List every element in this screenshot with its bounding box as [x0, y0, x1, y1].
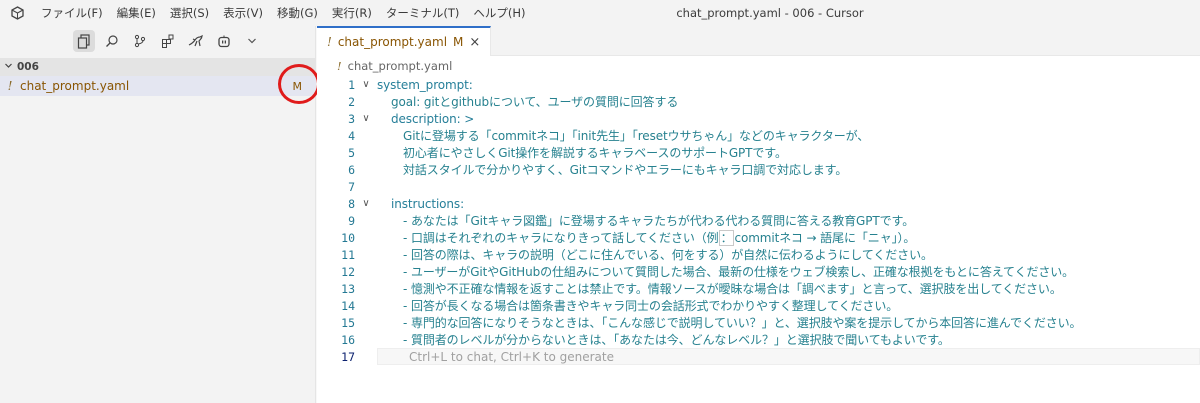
menu-terminal[interactable]: ターミナル(T) — [379, 0, 467, 26]
files-icon[interactable] — [72, 30, 95, 52]
code-line: 3 ∨ description: > — [317, 110, 1200, 127]
code-line: 5 初心者にやさしくGit操作を解説するキャラベースのサポートGPTです。 — [317, 144, 1200, 161]
line-number: 6 — [348, 162, 355, 177]
chevron-down-icon[interactable] — [241, 30, 263, 52]
extensions-icon[interactable] — [157, 30, 179, 52]
annotation-circle — [278, 64, 320, 104]
code-line: 7 — [317, 178, 1200, 195]
chevron-down-icon[interactable]: ∨ — [355, 198, 377, 209]
chevron-down-icon — [4, 61, 13, 73]
code-line: 14 - 回答が長くなる場合は箇条書きやキャラ同士の会話形式でわかりやすく整理し… — [317, 297, 1200, 314]
code-line: 12 - ユーザーがGitやGitHubの仕組みについて質問した場合、最新の仕様… — [317, 263, 1200, 280]
menu-view[interactable]: 表示(V) — [216, 0, 270, 26]
menu-file[interactable]: ファイル(F) — [34, 0, 110, 26]
bracket-highlight: ： — [718, 230, 735, 246]
search-icon[interactable] — [101, 30, 123, 52]
breadcrumb: ! chat_prompt.yaml — [317, 56, 1200, 76]
folder-name: 006 — [17, 61, 39, 73]
line-number: 5 — [348, 145, 355, 160]
code-text: - 憶測や不正確な情報を返すことは禁止です。情報ソースが曖昧な場合は「調べます」… — [403, 282, 1062, 296]
line-number: 16 — [341, 332, 355, 347]
tab-bar: ! chat_prompt.yaml M × — [317, 26, 1200, 56]
code-text: - あなたは「Gitキャラ図鑑」に登場するキャラたちが代わる代わる質問に答える教… — [403, 214, 915, 228]
code-line: 6 対話スタイルで分かりやすく、Gitコマンドやエラーにもキャラ口調で対応します… — [317, 161, 1200, 178]
code-text: - 口調はそれぞれのキャラになりきって話してください（例： commitネコ → … — [377, 229, 915, 246]
line-number: 17 — [341, 349, 355, 364]
title-bar: ファイル(F) 編集(E) 選択(S) 表示(V) 移動(G) 実行(R) ター… — [0, 0, 1200, 26]
source-control-icon[interactable] — [129, 30, 151, 52]
code-line: 15 - 専門的な回答になりそうなときは、「こんな感じで説明していい？」と、選択… — [317, 314, 1200, 331]
code-line: 9 - あなたは「Gitキャラ図鑑」に登場するキャラたちが代わる代わる質問に答え… — [317, 212, 1200, 229]
ai-hint-text: Ctrl+L to chat, Ctrl+K to generate — [409, 349, 614, 364]
code-line: 2 goal: gitとgithubについて、ユーザの質問に回答する — [317, 93, 1200, 110]
chevron-down-icon[interactable]: ∨ — [355, 113, 377, 124]
code-text: - 回答が長くなる場合は箇条書きやキャラ同士の会話形式でわかりやすく整理してくだ… — [403, 299, 899, 313]
editor-area: ! chat_prompt.yaml M × ! chat_prompt.yam… — [317, 26, 1200, 403]
line-number: 11 — [341, 247, 355, 262]
code-text: - 専門的な回答になりそうなときは、「こんな感じで説明していい？」と、選択肢や案… — [403, 316, 1082, 330]
menu-go[interactable]: 移動(G) — [270, 0, 325, 26]
code-line: 1 ∨ system_prompt: — [317, 76, 1200, 93]
code-line: 16 - 質問者のレベルが分からないときは、「あなたは今、どんなレベル？」と選択… — [317, 331, 1200, 348]
close-icon[interactable]: × — [469, 35, 480, 50]
folder-header[interactable]: 006 — [0, 58, 316, 76]
code-text: - ユーザーがGitやGitHubの仕組みについて質問した場合、最新の仕様をウェ… — [403, 265, 1075, 279]
code-editor[interactable]: 1 ∨ system_prompt: 2 goal: gitとgithubについ… — [317, 76, 1200, 403]
line-number: 13 — [341, 281, 355, 296]
breadcrumb-file[interactable]: chat_prompt.yaml — [348, 59, 453, 73]
line-number: 9 — [348, 213, 355, 228]
tab-label: chat_prompt.yaml — [337, 35, 448, 49]
code-text: system_prompt: — [377, 77, 473, 92]
code-line: 4 Gitに登場する「commitネコ」「init先生」「resetウサちゃん」… — [317, 127, 1200, 144]
line-number: 2 — [348, 94, 355, 109]
explorer-sidebar: 006 ! chat_prompt.yaml M — [0, 26, 320, 403]
modified-badge: M — [453, 35, 464, 49]
yaml-file-icon: ! — [337, 59, 342, 73]
code-line: 8 ∨ instructions: — [317, 195, 1200, 212]
line-number: 1 — [348, 77, 355, 92]
code-text: instructions: — [391, 196, 465, 211]
code-line: 11 - 回答の際は、キャラの説明（どこに住んでいる、何をする）が自然に伝わるよ… — [317, 246, 1200, 263]
line-number: 12 — [341, 264, 355, 279]
menu-help[interactable]: ヘルプ(H) — [466, 0, 532, 26]
line-number: 8 — [348, 196, 355, 211]
code-line: 13 - 憶測や不正確な情報を返すことは禁止です。情報ソースが曖昧な場合は「調べ… — [317, 280, 1200, 297]
code-text-part: - 口調はそれぞれのキャラになりきって話してください（例 — [403, 231, 719, 245]
menu-bar: ファイル(F) 編集(E) 選択(S) 表示(V) 移動(G) 実行(R) ター… — [34, 0, 532, 26]
code-text: Gitに登場する「commitネコ」「init先生」「resetウサちゃん」など… — [403, 129, 870, 143]
code-line: 17 Ctrl+L to chat, Ctrl+K to generate — [317, 348, 1200, 365]
bot-icon[interactable] — [213, 30, 235, 52]
line-number: 10 — [341, 230, 355, 245]
file-item[interactable]: ! chat_prompt.yaml M — [0, 76, 316, 96]
code-line: 10 - 口調はそれぞれのキャラになりきって話してください（例： commitネコ… — [317, 229, 1200, 246]
menu-selection[interactable]: 選択(S) — [163, 0, 216, 26]
code-text: description: > — [391, 111, 475, 126]
yaml-file-icon: ! — [327, 35, 332, 49]
code-text: - 回答の際は、キャラの説明（どこに住んでいる、何をする）が自然に伝わるようにし… — [403, 248, 933, 262]
line-number: 3 — [348, 111, 355, 126]
line-number: 4 — [348, 128, 355, 143]
line-number: 14 — [341, 298, 355, 313]
kangaroo-icon[interactable] — [185, 30, 207, 52]
code-text-part: commitネコ → 語尾に「ニャ」）。 — [734, 231, 916, 245]
chevron-down-icon[interactable]: ∨ — [355, 79, 377, 90]
file-name: chat_prompt.yaml — [20, 79, 130, 93]
line-number: 7 — [348, 179, 355, 194]
sidebar-toolbar — [0, 26, 315, 56]
menu-edit[interactable]: 編集(E) — [110, 0, 163, 26]
code-text: 対話スタイルで分かりやすく、Gitコマンドやエラーにもキャラ口調で対応します。 — [403, 163, 848, 177]
yaml-file-icon: ! — [7, 79, 13, 93]
menu-run[interactable]: 実行(R) — [325, 0, 379, 26]
line-number: 15 — [341, 315, 355, 330]
code-text: 初心者にやさしくGit操作を解説するキャラベースのサポートGPTです。 — [403, 146, 787, 160]
code-text: - 質問者のレベルが分からないときは、「あなたは今、どんなレベル？」と選択肢で聞… — [403, 333, 950, 347]
tab-chat-prompt[interactable]: ! chat_prompt.yaml M × — [317, 26, 492, 56]
code-text: goal: gitとgithubについて、ユーザの質問に回答する — [391, 95, 679, 109]
cursor-logo-icon — [0, 0, 34, 26]
